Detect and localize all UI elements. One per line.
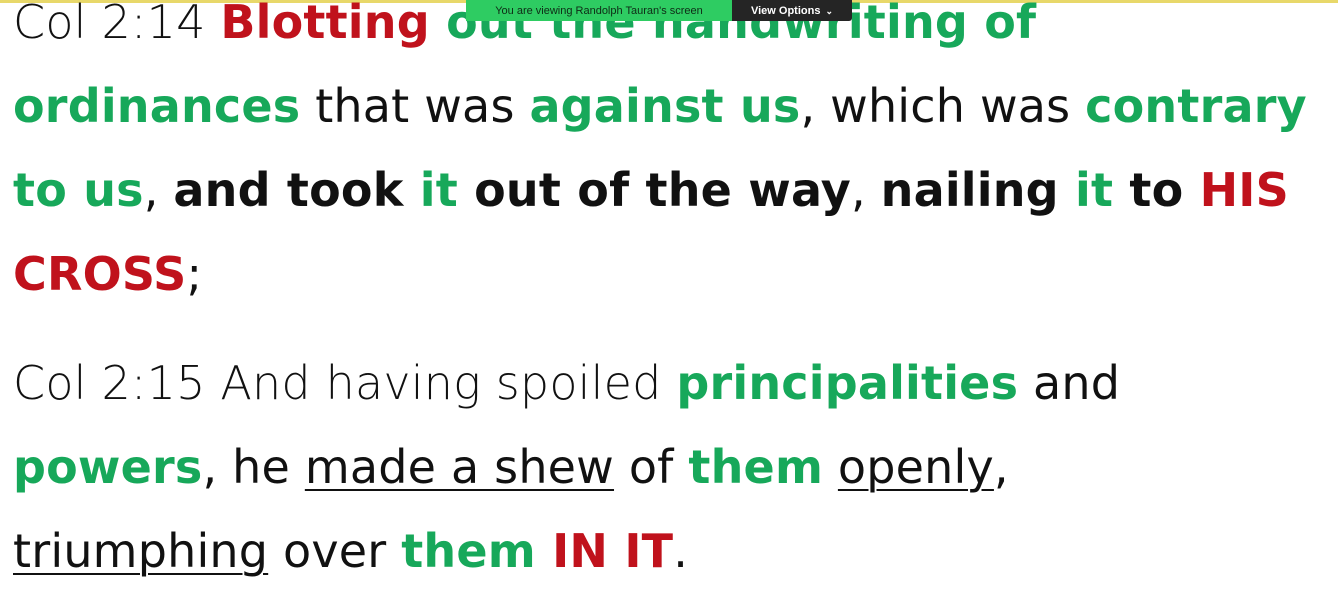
highlight-green: contrary [1085, 79, 1307, 133]
verse-text [823, 440, 838, 494]
highlight-red: CROSS [13, 247, 187, 301]
highlight-green: it [1075, 163, 1114, 217]
verse-line: triumphing over them IN IT. [13, 509, 1333, 593]
highlight-green: them [688, 440, 824, 494]
verse-text: , he [202, 440, 305, 494]
highlight-green: them [401, 524, 553, 578]
viewing-screen-label: You are viewing Randolph Tauran's screen [466, 0, 732, 21]
bold-text: nailing [880, 163, 1076, 217]
highlight-green: ordinances [13, 79, 301, 133]
underlined-text: openly [837, 440, 994, 494]
verse-reference: Col 2:14 [13, 0, 221, 49]
verse-line: to us, and took it out of the way, naili… [13, 148, 1333, 232]
chevron-down-icon: ⌄ [825, 6, 834, 16]
verse-line: CROSS; [13, 232, 1333, 316]
highlight-green: to us [13, 163, 144, 217]
underlined-text: triumphing [13, 524, 269, 578]
verse-text: ; [186, 247, 203, 301]
view-options-button[interactable]: View Options ⌄ [732, 0, 852, 21]
bold-text: to [1113, 163, 1200, 217]
verse-text: . [673, 524, 689, 578]
verse-line: Col 2:15 And having spoiled principaliti… [13, 341, 1333, 425]
verse-reference: Col 2:15 And having spoiled [13, 356, 677, 410]
highlight-green: principalities [676, 356, 1019, 410]
screen-share-bar: You are viewing Randolph Tauran's screen… [466, 0, 852, 21]
shared-slide: Col 2:14 Blotting out the handwriting of… [0, 0, 1338, 610]
view-options-label: View Options [750, 4, 821, 17]
bold-text: out of the way [457, 163, 851, 217]
verse-line: powers, he made a shew of them openly, [13, 425, 1333, 509]
highlight-red: Blotting [220, 0, 447, 49]
verse-col-2-15: Col 2:15 And having spoiled principaliti… [13, 341, 1333, 593]
highlight-green: it [419, 163, 458, 217]
verse-text: of [614, 440, 689, 494]
verse-text: , [143, 163, 174, 217]
verse-text: and [1018, 356, 1121, 410]
verse-text: , [850, 163, 881, 217]
verse-text: over [268, 524, 402, 578]
highlight-green: against us [529, 79, 801, 133]
bold-text: and took [173, 163, 420, 217]
highlight-green: powers [13, 440, 203, 494]
highlight-red: HIS [1199, 163, 1289, 217]
verse-text: that was [300, 79, 530, 133]
underlined-text: made a shew [304, 440, 615, 494]
verse-col-2-14: Col 2:14 Blotting out the handwriting of… [13, 0, 1333, 316]
verse-text: , [993, 440, 1009, 494]
highlight-red: IN IT [552, 524, 674, 578]
verse-text: , which was [800, 79, 1086, 133]
verse-line: ordinances that was against us, which wa… [13, 64, 1333, 148]
